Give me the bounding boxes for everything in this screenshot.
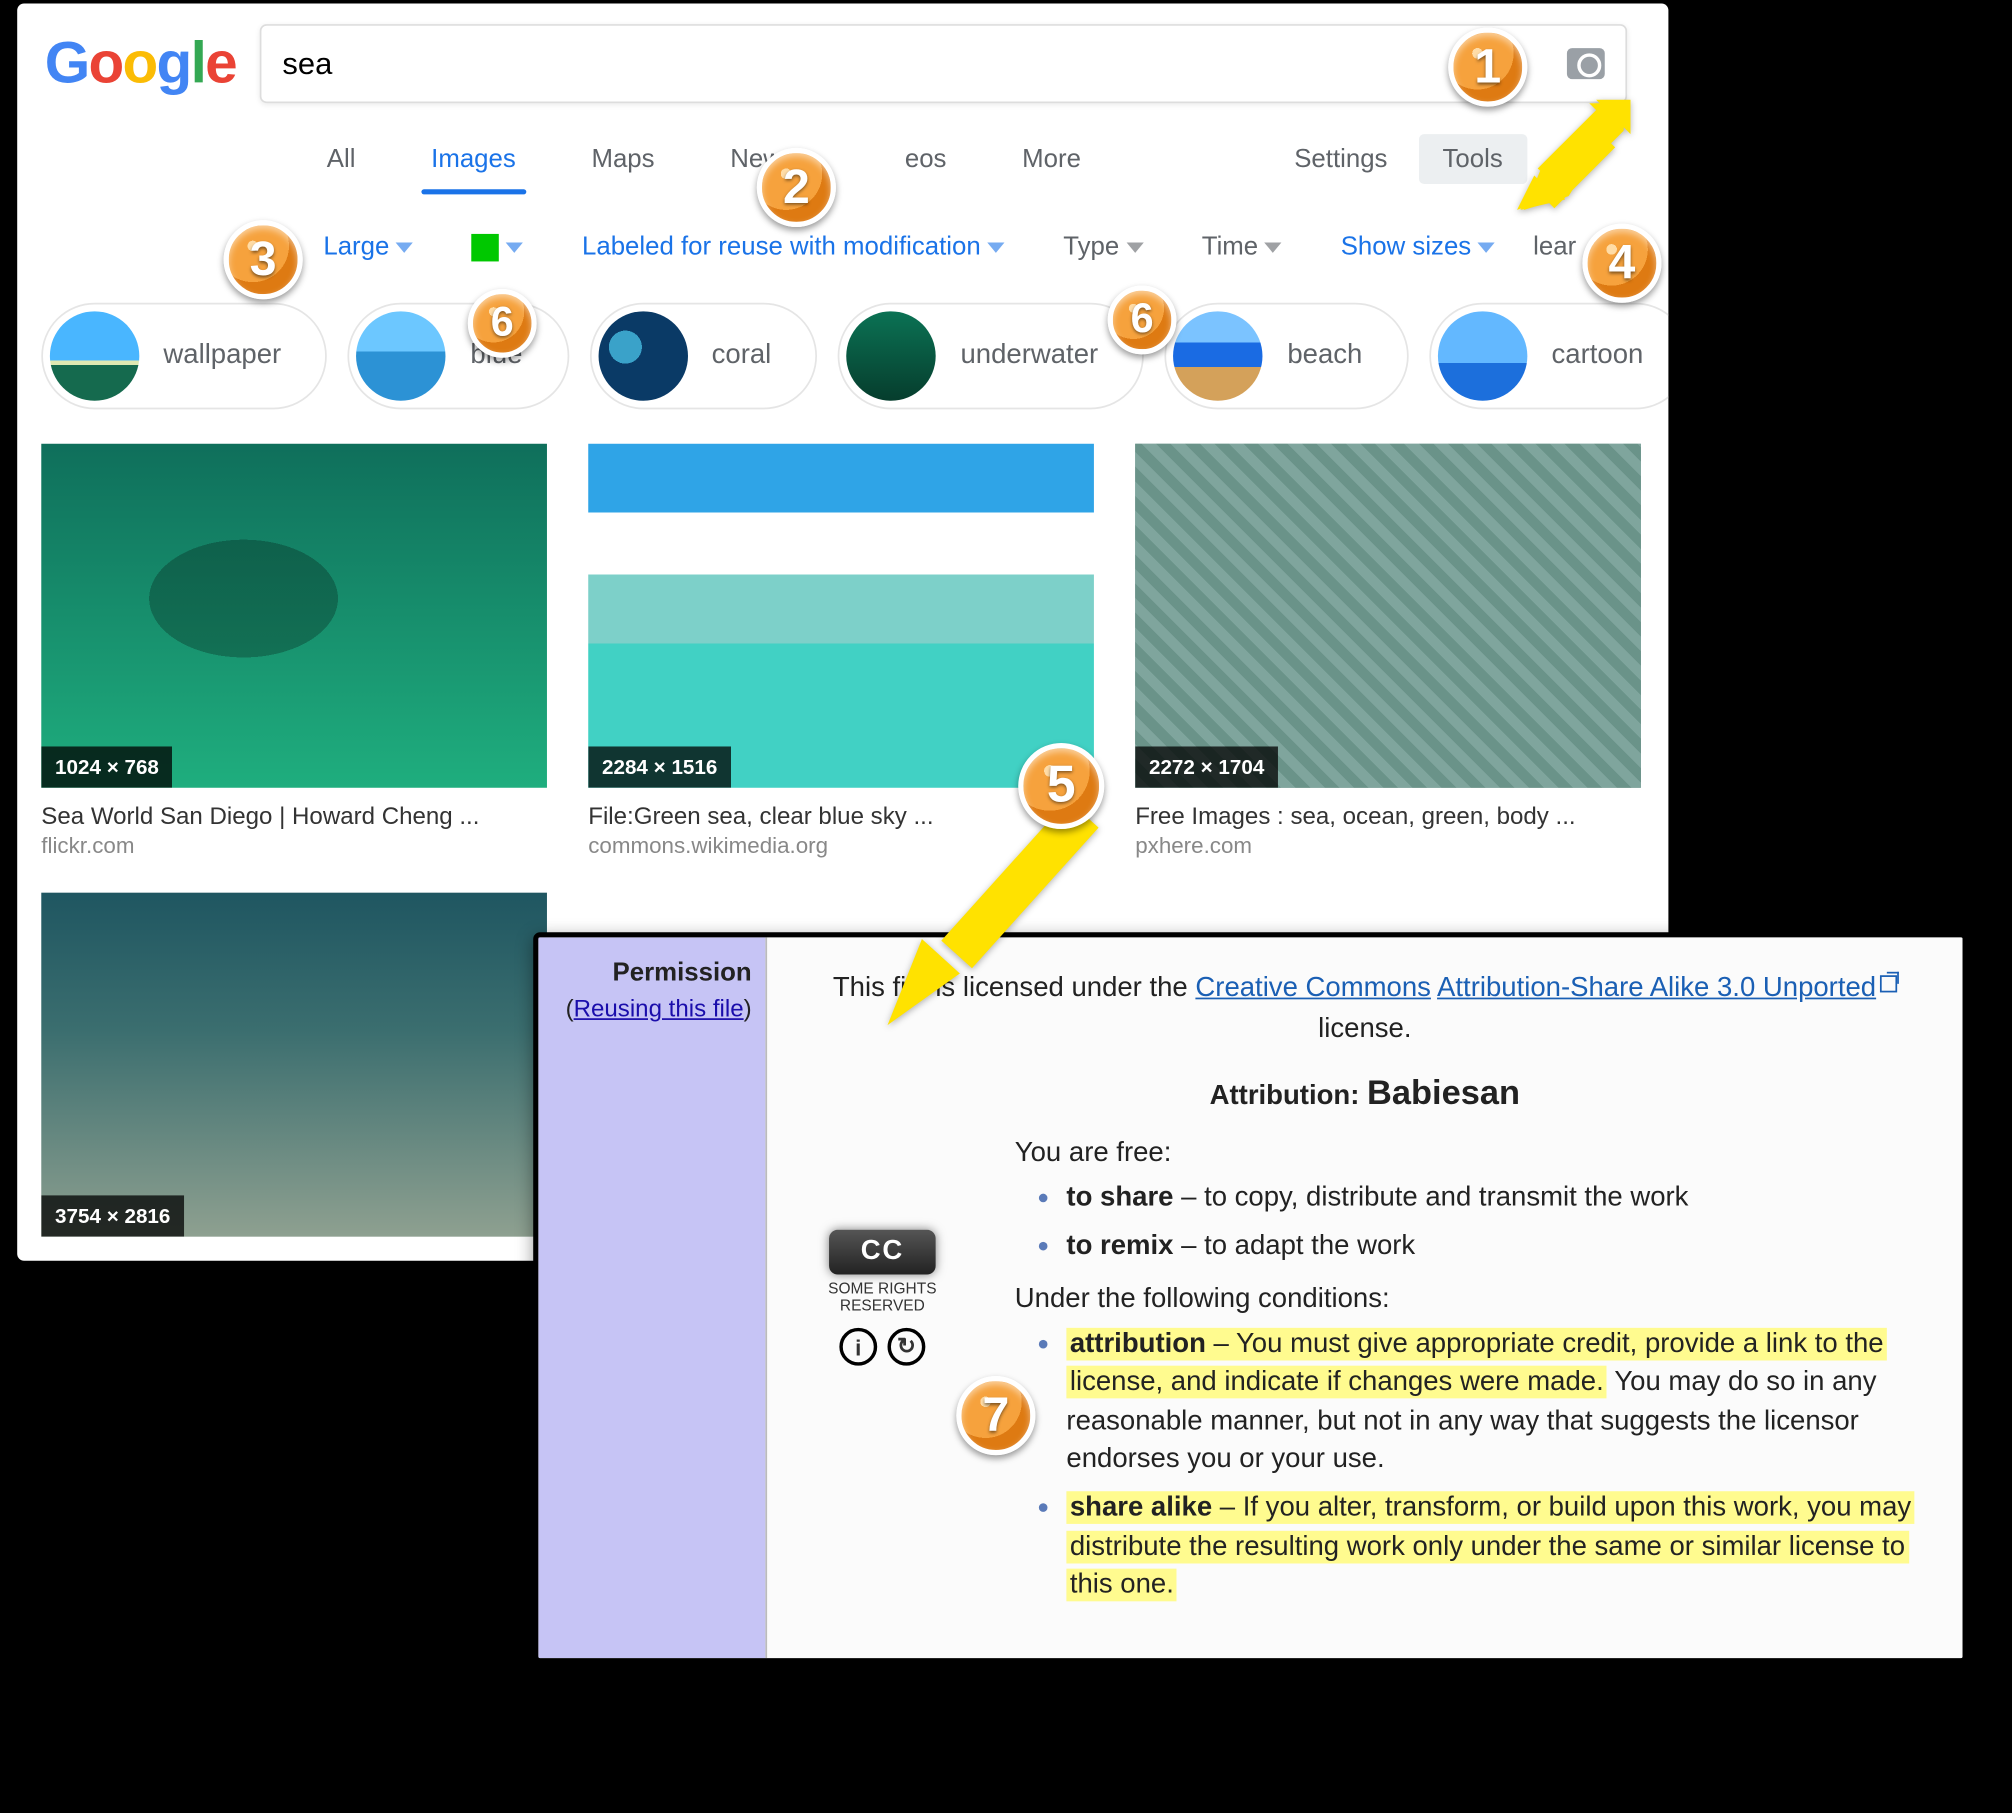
nav-row: All Images Maps News eos More Settings T… — [327, 134, 1669, 184]
filter-size[interactable]: Large — [323, 232, 413, 261]
filter-license[interactable]: Labeled for reuse with modification — [582, 232, 1005, 261]
dimensions-badge: 1024 × 768 — [41, 746, 172, 787]
nav-images[interactable]: Images — [431, 144, 516, 173]
result-card[interactable]: 3754 × 2816 — [41, 893, 547, 1237]
cc-logo: CC — [829, 1230, 936, 1275]
result-image[interactable]: 2284 × 1516 — [588, 444, 1094, 788]
cc-rights-text: SOME RIGHTS RESERVED — [791, 1280, 973, 1314]
chip-beach[interactable]: beach — [1165, 303, 1409, 410]
result-card[interactable]: 2272 × 1704 Free Images : sea, ocean, gr… — [1135, 444, 1641, 859]
arrow-to-tools — [1510, 93, 1630, 213]
result-title: Sea World San Diego | Howard Cheng ... — [41, 802, 547, 830]
you-are-free-label: You are free: — [1015, 1139, 1939, 1170]
cond-sharealike-item: share alike – If you alter, transform, o… — [1039, 1490, 1939, 1606]
annotation-badge-3: 3 — [224, 220, 303, 299]
annotation-badge-4: 4 — [1582, 224, 1661, 303]
conditions-label: Under the following conditions: — [1015, 1284, 1939, 1315]
result-image[interactable]: 3754 × 2816 — [41, 893, 547, 1237]
chip-coral[interactable]: coral — [590, 303, 818, 410]
permission-sidebar: Permission (Reusing this file) — [538, 937, 765, 1657]
cc-link[interactable]: Creative Commons — [1195, 974, 1431, 1003]
result-source: pxhere.com — [1135, 832, 1641, 858]
annotation-badge-6b: 6 — [1108, 286, 1177, 355]
nav-more[interactable]: More — [1022, 144, 1081, 173]
dimensions-badge: 3754 × 2816 — [41, 1195, 184, 1236]
chip-wallpaper[interactable]: wallpaper — [41, 303, 327, 410]
chip-cartoon[interactable]: cartoon — [1429, 303, 1668, 410]
free-share-item: to share – to copy, distribute and trans… — [1039, 1180, 1939, 1219]
sa-icon: ↻ — [888, 1328, 926, 1366]
reusing-file-link[interactable]: Reusing this file — [574, 994, 744, 1022]
google-logo: Google — [45, 30, 236, 97]
permission-panel: Permission (Reusing this file) This file… — [533, 932, 1967, 1662]
annotation-badge-2: 2 — [757, 148, 836, 227]
cond-attribution-item: attribution – You must give appropriate … — [1039, 1326, 1939, 1480]
filter-clear-partial[interactable]: lear — [1533, 232, 1576, 261]
nav-videos-partial[interactable]: eos — [905, 144, 947, 173]
suggestion-chips: wallpaper blue coral underwater beach ca… — [41, 303, 1668, 410]
annotation-badge-1: 1 — [1448, 28, 1527, 107]
search-input[interactable] — [282, 46, 1567, 82]
nav-settings[interactable]: Settings — [1294, 144, 1387, 173]
search-box[interactable] — [260, 24, 1627, 103]
filter-show-sizes[interactable]: Show sizes — [1341, 232, 1496, 261]
filter-type[interactable]: Type — [1063, 232, 1143, 261]
permission-header: Permission — [552, 958, 752, 987]
result-source: flickr.com — [41, 832, 547, 858]
result-image[interactable]: 1024 × 768 — [41, 444, 547, 788]
results-row: 1024 × 768 Sea World San Diego | Howard … — [41, 444, 1644, 859]
result-title: Free Images : sea, ocean, green, body ..… — [1135, 802, 1641, 830]
nav-all[interactable]: All — [327, 144, 356, 173]
cc-badge-column: CC SOME RIGHTS RESERVED i ↻ — [791, 1230, 973, 1366]
by-icon: i — [839, 1328, 877, 1366]
result-image[interactable]: 2272 × 1704 — [1135, 444, 1641, 788]
chip-underwater[interactable]: underwater — [838, 303, 1144, 410]
attribution-line: Attribution: Babiesan — [791, 1075, 1938, 1115]
camera-icon[interactable] — [1567, 48, 1605, 79]
filter-row: Large Labeled for reuse with modificatio… — [323, 232, 1668, 261]
external-link-icon — [1880, 975, 1897, 992]
annotation-badge-5: 5 — [1018, 743, 1104, 829]
reusing-file: (Reusing this file) — [552, 994, 752, 1022]
arrow-to-license — [874, 781, 1132, 1039]
nav-maps[interactable]: Maps — [591, 144, 654, 173]
permission-body: This file is licensed under the Creative… — [765, 937, 1962, 1657]
result-card[interactable]: 1024 × 768 Sea World San Diego | Howard … — [41, 444, 547, 859]
dimensions-badge: 2272 × 1704 — [1135, 746, 1278, 787]
green-color-swatch — [472, 233, 500, 261]
filter-time[interactable]: Time — [1202, 232, 1282, 261]
annotation-badge-6a: 6 — [468, 289, 537, 358]
annotation-badge-7: 7 — [956, 1376, 1035, 1455]
dimensions-badge: 2284 × 1516 — [588, 746, 731, 787]
license-link[interactable]: Attribution-Share Alike 3.0 Unported — [1437, 974, 1876, 1003]
free-remix-item: to remix – to adapt the work — [1039, 1229, 1939, 1268]
filter-color[interactable] — [472, 233, 524, 261]
